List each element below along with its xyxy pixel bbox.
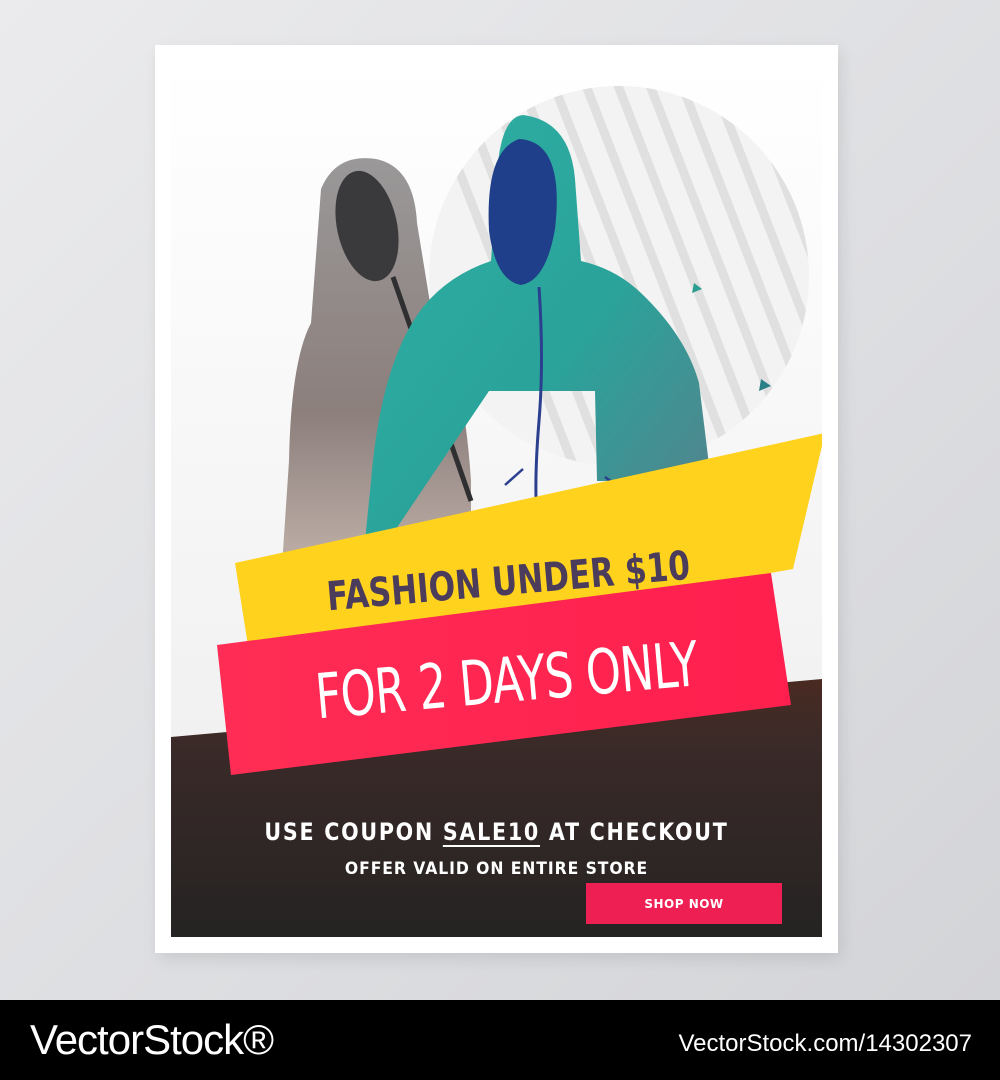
- offer-note: Offer valid on entire store: [344, 859, 649, 879]
- watermark-bar: VectorStock® VectorStock.com/14302307: [0, 1000, 1000, 1080]
- watermark-brand: VectorStock®: [30, 1016, 274, 1063]
- flyer-artwork: [171, 86, 822, 937]
- flyer-content: Fashion under $10 For 2 days only Use co…: [171, 61, 822, 937]
- coupon-line: Use coupon SALE10 at checkout: [217, 818, 777, 846]
- coupon-code: SALE10: [442, 818, 540, 846]
- shop-now-button[interactable]: Shop now: [586, 883, 782, 924]
- coupon-suffix: at checkout: [539, 818, 729, 846]
- coupon-prefix: Use coupon: [264, 818, 443, 846]
- watermark-image-id: VectorStock.com/14302307: [678, 1030, 972, 1057]
- sale-flyer: Fashion under $10 For 2 days only Use co…: [155, 45, 838, 953]
